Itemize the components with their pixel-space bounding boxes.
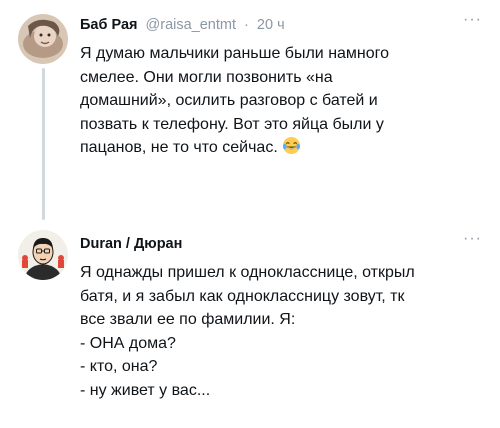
tears-of-joy-emoji-icon xyxy=(282,136,300,155)
more-options-icon[interactable]: ··· xyxy=(463,11,482,29)
avatar-photo-icon xyxy=(18,14,68,64)
tweet-line: батя, и я забыл как одноклассницу зовут,… xyxy=(80,287,405,305)
tweet-line: домашний», осилить разговор с батей и xyxy=(80,92,378,109)
avatar-illustration-icon xyxy=(18,230,68,280)
tweet-line: - кто, она? xyxy=(80,358,158,375)
tweet-text: Я однажды пришел к однокласснице, открыл… xyxy=(80,261,480,402)
timestamp[interactable]: 20 ч xyxy=(257,17,285,33)
tweet-line: Я думаю мальчики раньше были намного xyxy=(80,45,390,62)
more-options-icon[interactable]: ··· xyxy=(463,230,482,248)
tweet-2[interactable]: Duran / Дюран ··· Я однажды пришел к одн… xyxy=(0,223,500,428)
author-name[interactable]: Duran / Дюран xyxy=(80,236,182,252)
thread-line xyxy=(42,68,45,220)
tweet-header: Баб Рая @raisa_entmt · 20 ч ··· xyxy=(80,11,482,39)
tweet-1[interactable]: Баб Рая @raisa_entmt · 20 ч ··· Я думаю … xyxy=(0,0,500,220)
tweet-line: все звали ее по фамилии. Я: xyxy=(80,311,296,328)
separator: · xyxy=(244,17,249,33)
tweet-line: - ОНА дома? xyxy=(80,334,176,352)
tweet-text: Я думаю мальчики раньше были намного сме… xyxy=(80,42,480,160)
tweet-line: смелее. Они могли позвонить «на xyxy=(80,68,333,86)
author-handle[interactable]: @raisa_entmt xyxy=(146,17,236,33)
tweet-line: - ну живет у вас... xyxy=(80,381,211,399)
tweet-line: Я однажды пришел к однокласснице, открыл xyxy=(80,264,415,281)
tweet-line: пацанов, не то что сейчас. xyxy=(80,139,278,156)
avatar[interactable] xyxy=(18,230,68,280)
author-name[interactable]: Баб Рая xyxy=(80,17,137,33)
avatar[interactable] xyxy=(18,14,68,64)
tweet-header: Duran / Дюран ··· xyxy=(80,230,482,258)
tweet-line-last: пацанов, не то что сейчас. xyxy=(80,136,480,160)
tweet-line: позвать к телефону. Вот это яйца были у xyxy=(80,115,384,133)
